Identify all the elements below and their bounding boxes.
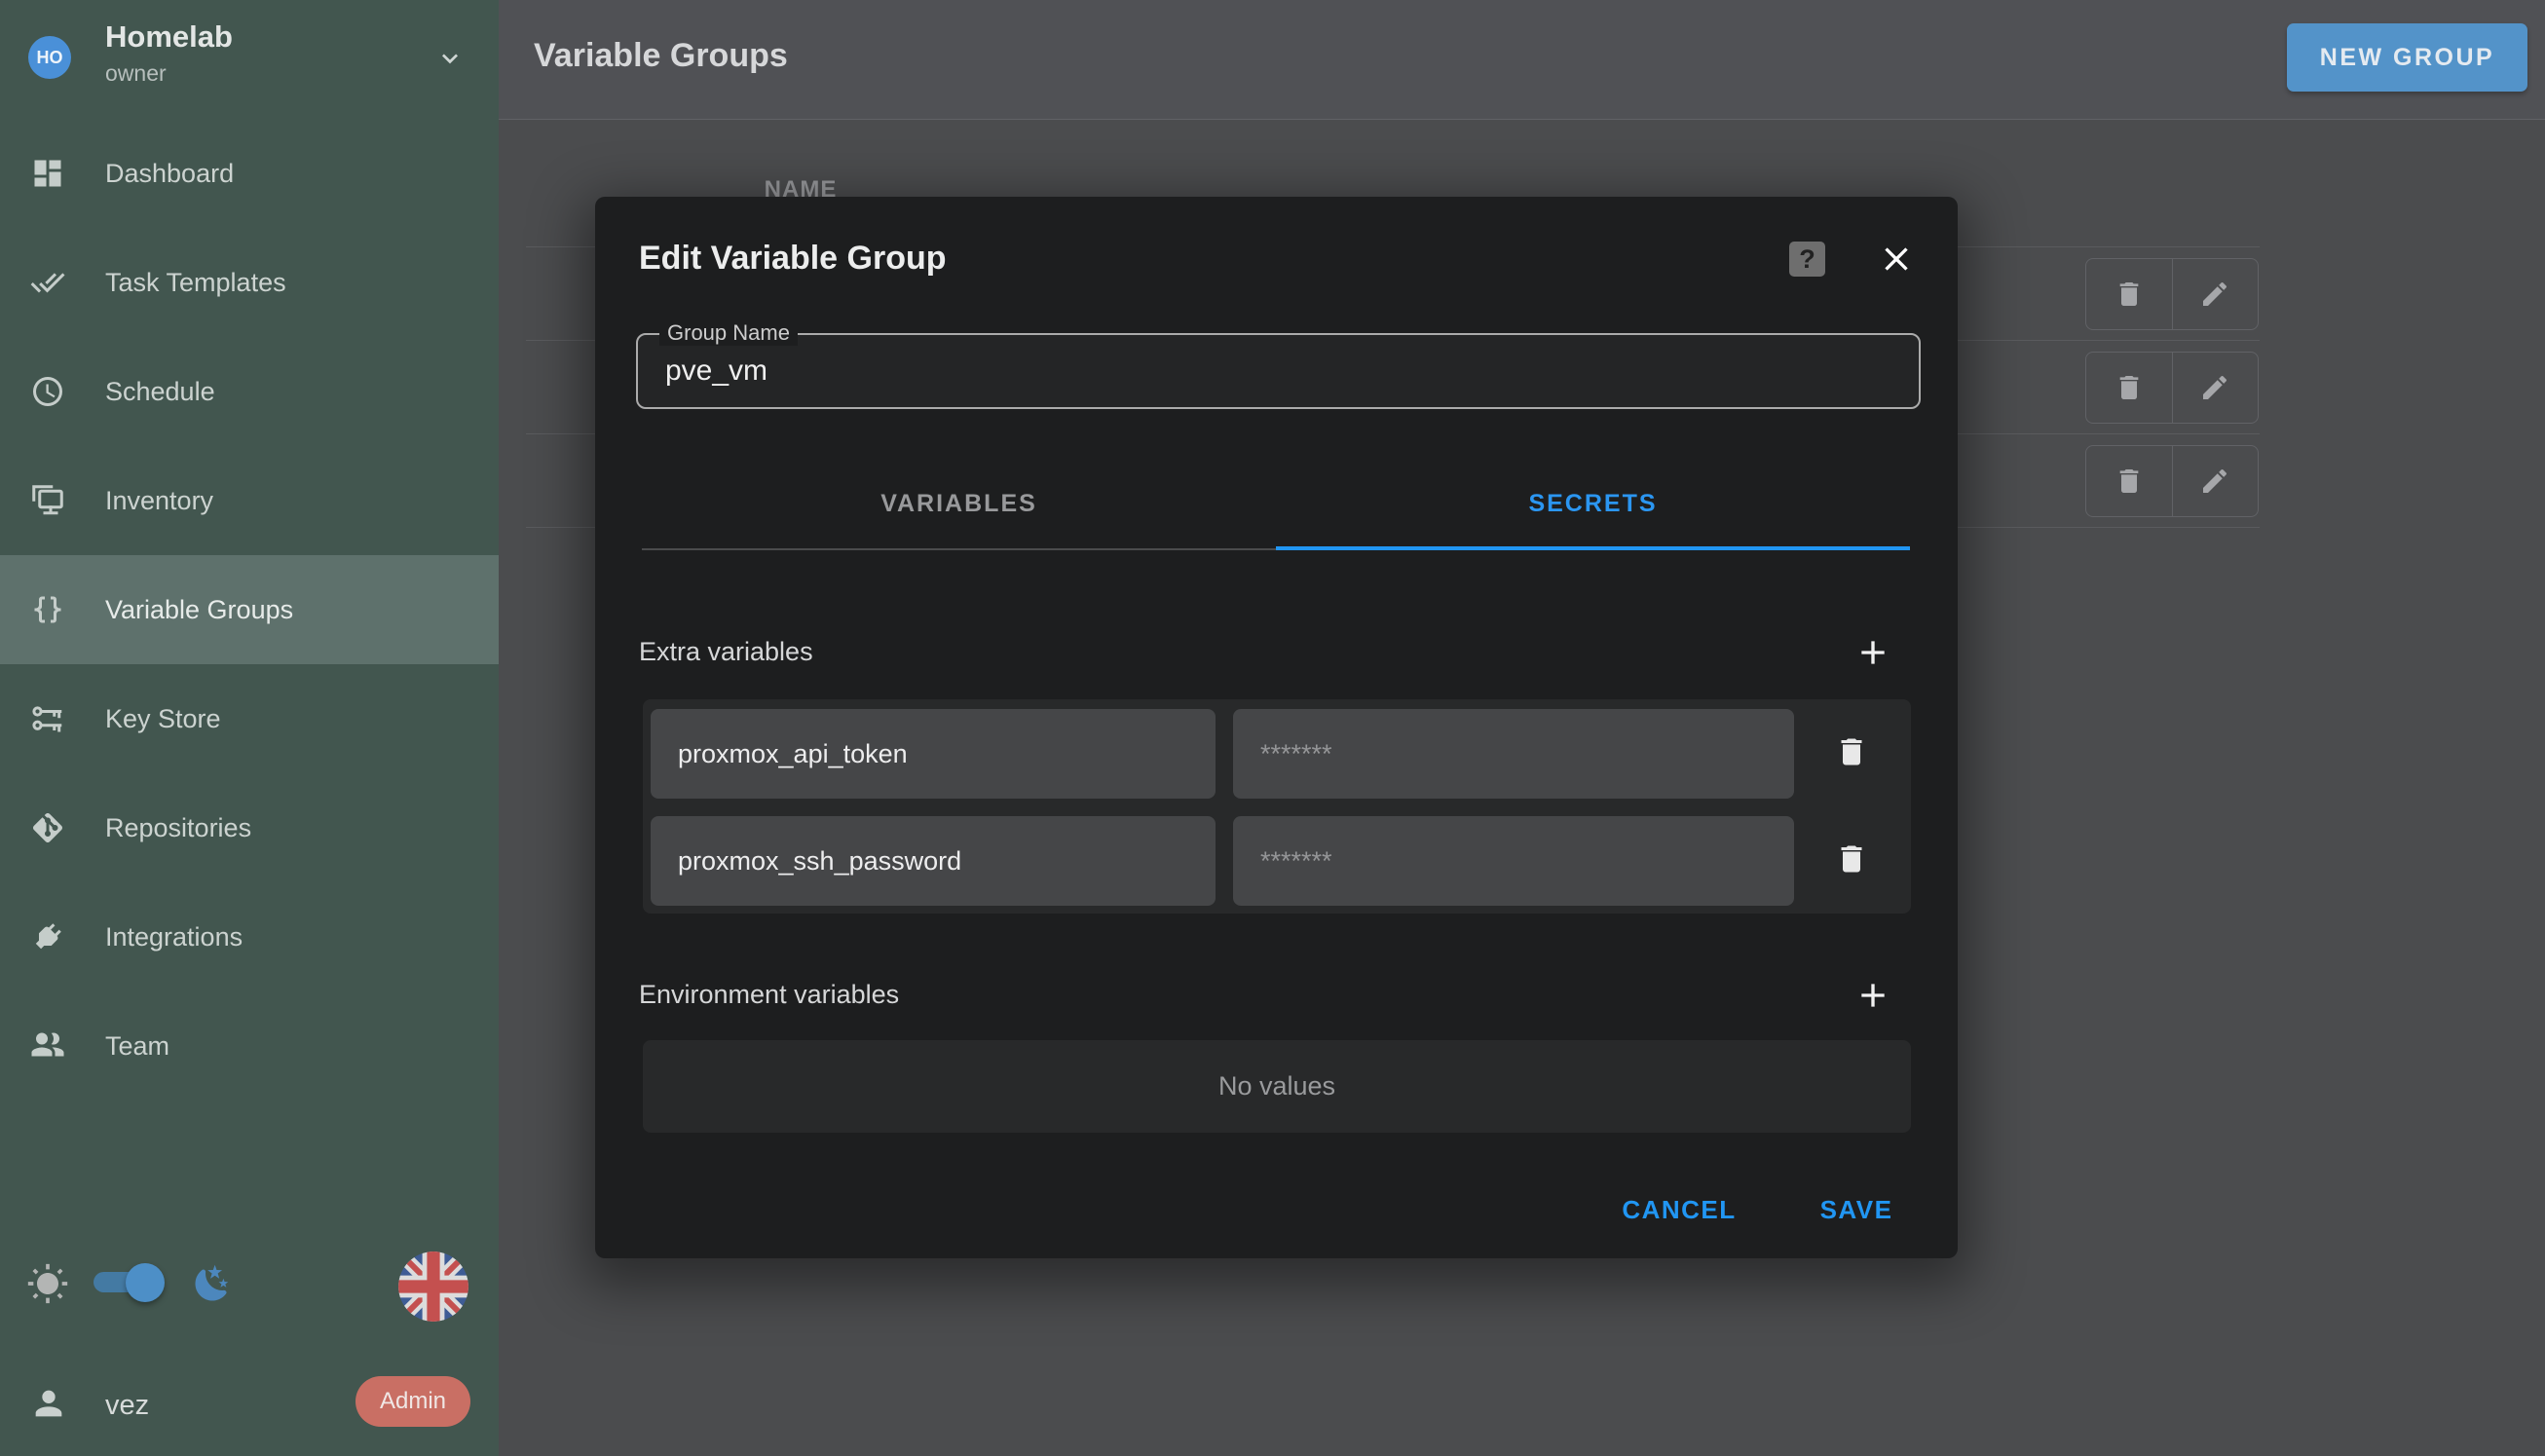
edit-button[interactable] <box>2172 446 2259 516</box>
pencil-icon <box>2199 466 2230 497</box>
group-name-field[interactable]: Group Name pve_vm <box>636 333 1921 409</box>
variable-value-placeholder: ******* <box>1260 846 1332 877</box>
sidebar-item-label: Key Store <box>105 704 221 734</box>
delete-button[interactable] <box>2086 353 2172 423</box>
trash-icon <box>2114 279 2145 310</box>
extra-variables-label: Extra variables <box>639 637 813 667</box>
theme-toggle[interactable] <box>94 1256 166 1313</box>
new-group-button[interactable]: NEW GROUP <box>2287 23 2527 92</box>
tab-secrets[interactable]: SECRETS <box>1276 460 1910 548</box>
add-environment-variable-button[interactable] <box>1853 976 1892 1015</box>
sidebar-item-variable-groups[interactable]: Variable Groups <box>0 555 499 664</box>
clock-icon <box>29 373 66 410</box>
edit-button[interactable] <box>2172 353 2259 423</box>
sidebar-item-label: Integrations <box>105 922 243 952</box>
project-switcher[interactable]: HO Homelab owner <box>0 0 499 119</box>
variable-value-placeholder: ******* <box>1260 739 1332 769</box>
sidebar-item-label: Task Templates <box>105 268 286 298</box>
theme-row <box>0 1247 499 1325</box>
cancel-button[interactable]: CANCEL <box>1620 1184 1739 1235</box>
table-row-actions <box>2085 445 2259 517</box>
table-row-actions <box>2085 352 2259 424</box>
uk-flag-icon[interactable] <box>398 1251 468 1322</box>
keys-icon <box>29 700 66 737</box>
admin-badge: Admin <box>356 1376 470 1427</box>
no-values-text: No values <box>643 1040 1911 1133</box>
dialog-title: Edit Variable Group <box>639 240 947 278</box>
variable-name-input[interactable]: proxmox_api_token <box>651 709 1216 799</box>
sidebar-item-integrations[interactable]: Integrations <box>0 882 499 991</box>
sidebar-item-team[interactable]: Team <box>0 991 499 1101</box>
braces-icon <box>29 591 66 628</box>
pencil-icon <box>2199 372 2230 403</box>
check-all-icon <box>29 264 66 301</box>
moon-icon <box>192 1263 233 1304</box>
theme-toggle-thumb <box>126 1263 165 1302</box>
sidebar-item-dashboard[interactable]: Dashboard <box>0 119 499 228</box>
sidebar-item-inventory[interactable]: Inventory <box>0 446 499 555</box>
page-title: Variable Groups <box>534 37 788 75</box>
save-button[interactable]: SAVE <box>1815 1184 1898 1235</box>
sidebar-item-label: Team <box>105 1031 169 1062</box>
project-name: Homelab <box>105 19 233 55</box>
monitor-icon <box>29 482 66 519</box>
delete-button[interactable] <box>2086 446 2172 516</box>
delete-button[interactable] <box>2086 259 2172 329</box>
sidebar-item-label: Dashboard <box>105 159 234 189</box>
plug-icon <box>29 918 66 955</box>
variable-name-input[interactable]: proxmox_ssh_password <box>651 816 1216 906</box>
sidebar-item-repositories[interactable]: Repositories <box>0 773 499 882</box>
variable-name-value: proxmox_api_token <box>678 739 908 769</box>
trash-icon <box>2114 372 2145 403</box>
sidebar-item-label: Schedule <box>105 377 215 407</box>
sidebar-item-label: Variable Groups <box>105 595 293 625</box>
trash-icon <box>1834 841 1869 877</box>
topbar: Variable Groups NEW GROUP <box>499 0 2545 120</box>
delete-variable-button[interactable] <box>1834 841 1869 877</box>
user-row[interactable]: vez Admin <box>0 1368 499 1446</box>
edit-button[interactable] <box>2172 259 2259 329</box>
trash-icon <box>2114 466 2145 497</box>
edit-variable-group-dialog: Edit Variable Group ? Group Name pve_vm … <box>595 197 1958 1258</box>
group-name-value: pve_vm <box>665 335 767 407</box>
screen: HO Homelab owner Dashboard Task Template… <box>0 0 2545 1456</box>
environment-variables-panel: No values <box>643 1040 1911 1133</box>
chevron-down-icon <box>434 43 466 74</box>
tab-active-indicator <box>1276 546 1910 550</box>
project-avatar: HO <box>28 36 71 79</box>
variable-value-input[interactable]: ******* <box>1233 816 1794 906</box>
tabs: VARIABLES SECRETS <box>642 460 1910 550</box>
sidebar: HO Homelab owner Dashboard Task Template… <box>0 0 499 1456</box>
plus-icon <box>1853 633 1892 672</box>
plus-icon <box>1853 976 1892 1015</box>
team-icon <box>29 1027 66 1064</box>
environment-variables-label: Environment variables <box>639 980 899 1010</box>
sidebar-item-key-store[interactable]: Key Store <box>0 664 499 773</box>
close-icon[interactable] <box>1877 240 1916 279</box>
person-icon <box>29 1384 68 1423</box>
trash-icon <box>1834 734 1869 769</box>
sidebar-item-label: Repositories <box>105 813 251 843</box>
variable-value-input[interactable]: ******* <box>1233 709 1794 799</box>
delete-variable-button[interactable] <box>1834 734 1869 769</box>
add-extra-variable-button[interactable] <box>1853 633 1892 672</box>
extra-variables-panel: proxmox_api_token ******* proxmox_ssh_pa… <box>643 699 1911 914</box>
table-row-actions <box>2085 258 2259 330</box>
sidebar-item-task-templates[interactable]: Task Templates <box>0 228 499 337</box>
variable-name-value: proxmox_ssh_password <box>678 846 961 877</box>
tab-variables[interactable]: VARIABLES <box>642 460 1276 548</box>
dashboard-icon <box>29 155 66 192</box>
sun-icon <box>26 1262 69 1305</box>
help-button[interactable]: ? <box>1789 242 1825 277</box>
project-role: owner <box>105 60 167 87</box>
sidebar-item-label: Inventory <box>105 486 213 516</box>
git-icon <box>29 809 66 846</box>
username: vez <box>105 1390 149 1422</box>
sidebar-item-schedule[interactable]: Schedule <box>0 337 499 446</box>
pencil-icon <box>2199 279 2230 310</box>
